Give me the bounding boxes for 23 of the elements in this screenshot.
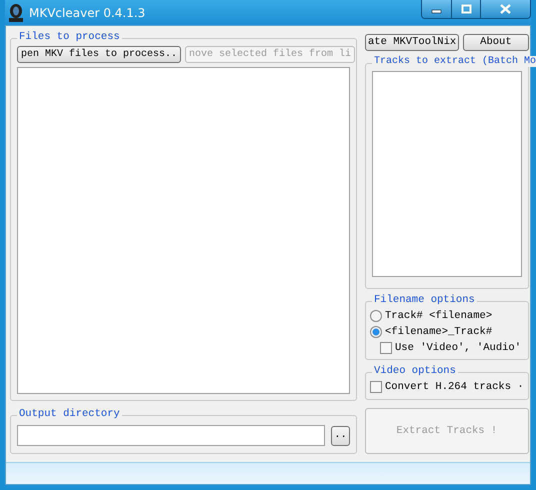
group-label: Files to process [17,31,122,43]
checkbox[interactable] [370,381,382,393]
radio-button[interactable] [370,326,382,338]
app-icon [7,2,25,22]
window-title: MKVcleaver 0.4.1.3 [29,6,146,20]
group-label: Output directory [17,408,122,420]
checkbox[interactable] [380,342,392,354]
directory-field[interactable] [17,425,325,446]
track-list[interactable] [372,71,522,277]
group-label: Tracks to extract (Batch Mo [372,56,536,67]
open-button[interactable]: pen MKV files to process.. [17,46,182,63]
maximize-icon[interactable] [460,4,472,14]
radio-button[interactable] [370,310,382,322]
option-label: Track# <filename> [385,310,492,322]
option-label: Convert H.264 tracks · [385,381,524,393]
close-icon[interactable] [500,4,511,14]
browse-button[interactable]: .. [331,426,350,446]
update-button[interactable]: ate MKVToolNix [365,34,460,51]
about-button[interactable]: About [463,34,529,51]
option-label: <filename>_Track# [385,326,492,338]
group-label: Video options [372,365,458,377]
option-label: Use 'Video', 'Audio' [395,342,522,354]
group-label: Filename options [372,294,477,306]
